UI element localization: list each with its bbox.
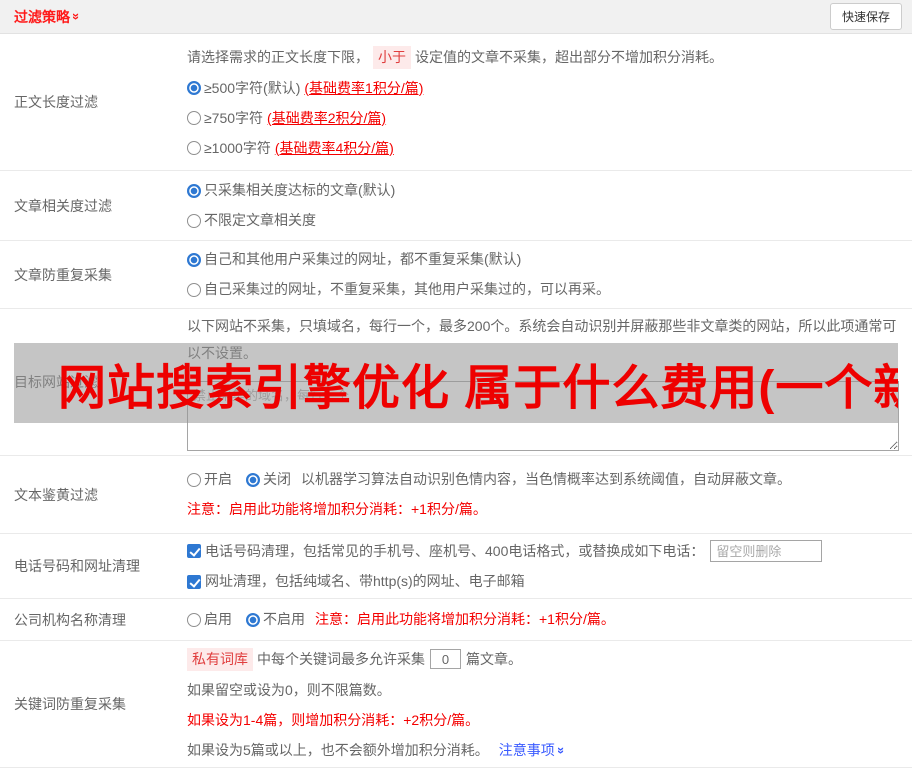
radio-checked-icon[interactable]	[187, 183, 201, 198]
row-relevance-filter: 文章相关度过滤 只采集相关度达标的文章(默认) 不限定文章相关度	[0, 171, 912, 241]
radio-checked-icon[interactable]	[246, 612, 260, 627]
radio-unchecked-icon[interactable]	[187, 213, 201, 228]
row-label: 关键词防重复采集	[14, 696, 126, 712]
row-phone-url-clean: 电话号码和网址清理 电话号码清理，包括常见的手机号、座机号、400电话格式，或替…	[0, 534, 912, 599]
chevron-double-down-icon[interactable]: »	[69, 13, 84, 20]
row-dedup-collect: 文章防重复采集 自己和其他用户采集过的网址，都不重复采集(默认) 自己采集过的网…	[0, 241, 912, 309]
page-title[interactable]: 过滤策略	[14, 7, 70, 27]
length-option-750[interactable]: ≥750字符 (基础费率2积分/篇)	[187, 108, 902, 129]
quick-save-button[interactable]: 快速保存	[829, 3, 902, 30]
row-label: 文章相关度过滤	[14, 197, 112, 214]
replace-phone-input[interactable]	[710, 540, 823, 562]
porn-filter-off-option[interactable]: 关闭	[263, 469, 291, 490]
porn-filter-on-option[interactable]: 开启	[204, 469, 232, 490]
dedup-option-all-users[interactable]: 自己和其他用户采集过的网址，都不重复采集(默认)	[187, 249, 902, 270]
row-content-length-filter: 正文长度过滤 请选择需求的正文长度下限， 小于 设定值的文章不采集，超出部分不增…	[0, 34, 912, 171]
max-articles-input[interactable]	[430, 649, 461, 669]
company-clean-enable-option[interactable]: 启用	[204, 609, 232, 630]
radio-unchecked-icon[interactable]	[187, 111, 201, 125]
row-label: 文本鉴黄过滤	[14, 486, 98, 503]
radio-unchecked-icon[interactable]	[187, 141, 201, 155]
filter-strategy-page: 过滤策略 » 快速保存 正文长度过滤 请选择需求的正文长度下限， 小于 设定值的…	[0, 0, 912, 768]
relevance-option-unlimited[interactable]: 不限定文章相关度	[187, 210, 902, 231]
private-lexicon-badge[interactable]: 私有词库	[187, 647, 253, 671]
keyword-dedup-line2: 如果留空或设为0，则不限篇数。	[187, 681, 391, 698]
relevance-option-default[interactable]: 只采集相关度达标的文章(默认)	[187, 180, 902, 201]
keyword-dedup-line4: 如果设为5篇或以上，也不会额外增加积分消耗。	[187, 741, 489, 758]
checkbox-checked-icon[interactable]	[187, 544, 201, 558]
radio-unchecked-icon[interactable]	[187, 612, 201, 627]
row-label: 公司机构名称清理	[14, 611, 126, 628]
row-keyword-dedup: 关键词防重复采集 私有词库 中每个关键词最多允许采集 篇文章。 如果留空或设为0…	[0, 641, 912, 768]
fee-note: (基础费率2积分/篇)	[267, 109, 387, 126]
radio-unchecked-icon[interactable]	[187, 282, 201, 297]
company-clean-note: 注意：启用此功能将增加积分消耗：+1积分/篇。	[315, 611, 615, 627]
chevron-double-down-icon[interactable]: »	[551, 746, 572, 753]
row-label: 文章防重复采集	[14, 266, 112, 283]
phone-clean-option[interactable]: 电话号码清理，包括常见的手机号、座机号、400电话格式，或替换成如下电话：	[205, 541, 704, 562]
porn-filter-desc: 以机器学习算法自动识别色情内容，当色情概率达到系统阈值，自动屏蔽文章。	[301, 471, 791, 487]
checkbox-checked-icon[interactable]	[187, 574, 201, 589]
watermark-text: 网站搜索引擎优化 属于什么费用(一个新搭	[58, 362, 898, 415]
row-label: 正文长度过滤	[14, 94, 98, 110]
row-company-clean: 公司机构名称清理 启用 不启用 注意：启用此功能将增加积分消耗：+1积分/篇。	[0, 599, 912, 641]
watermark-overlay: 网站搜索引擎优化 属于什么费用(一个新搭	[14, 343, 898, 423]
length-option-500[interactable]: ≥500字符(默认) (基础费率1积分/篇)	[187, 78, 902, 99]
fee-note: (基础费率1积分/篇)	[304, 79, 424, 96]
row-label: 电话号码和网址清理	[14, 558, 140, 574]
radio-checked-icon[interactable]	[246, 472, 260, 487]
header-bar: 过滤策略 » 快速保存	[0, 0, 912, 34]
dedup-option-self-only[interactable]: 自己采集过的网址，不重复采集，其他用户采集过的，可以再采。	[187, 279, 902, 300]
porn-filter-note: 注意：启用此功能将增加积分消耗：+1积分/篇。	[187, 501, 487, 517]
length-option-1000[interactable]: ≥1000字符 (基础费率4积分/篇)	[187, 138, 902, 159]
radio-unchecked-icon[interactable]	[187, 472, 201, 487]
url-clean-option[interactable]: 网址清理，包括纯域名、带http(s)的网址、电子邮箱	[205, 571, 525, 592]
length-filter-intro: 请选择需求的正文长度下限， 小于 设定值的文章不采集，超出部分不增加积分消耗。	[187, 45, 902, 69]
radio-checked-icon[interactable]	[187, 252, 201, 267]
keyword-dedup-line3: 如果设为1-4篇，则增加积分消耗：+2积分/篇。	[187, 711, 480, 728]
radio-checked-icon[interactable]	[187, 81, 201, 95]
company-clean-disable-option[interactable]: 不启用	[263, 609, 305, 630]
fee-note: (基础费率4积分/篇)	[274, 139, 394, 156]
less-than-badge: 小于	[373, 45, 411, 69]
row-porn-filter: 文本鉴黄过滤 开启 关闭 以机器学习算法自动识别色情内容，当色情概率达到系统阈值…	[0, 456, 912, 534]
notice-link[interactable]: 注意事项	[499, 740, 555, 761]
